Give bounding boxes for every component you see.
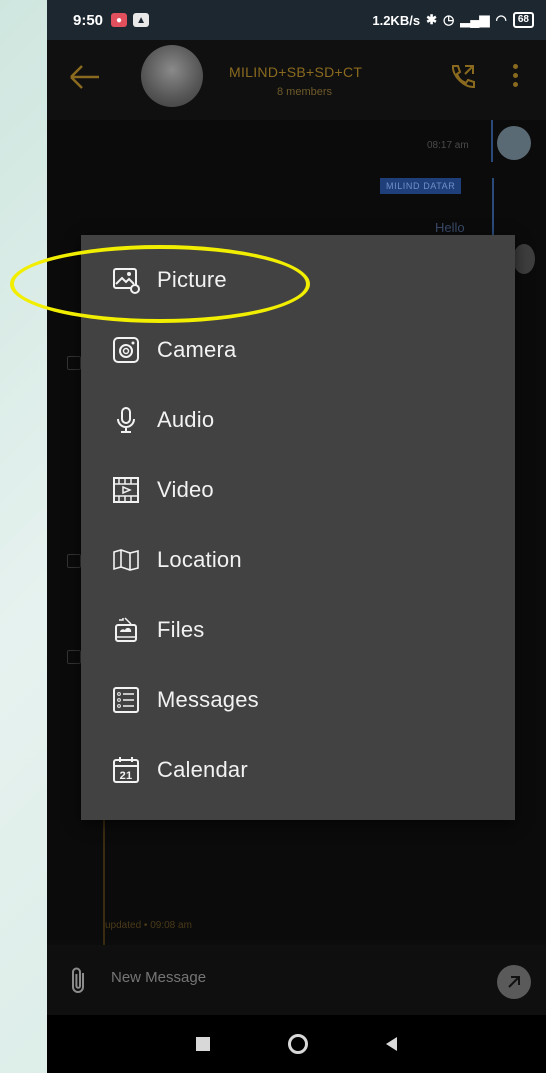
arrow-up-right-icon <box>508 976 520 988</box>
menu-label: Location <box>157 547 242 572</box>
bluetooth-icon: ✱ <box>426 12 437 27</box>
menu-label: Files <box>157 617 205 642</box>
camera-icon <box>109 333 143 367</box>
back-button[interactable] <box>386 1037 397 1051</box>
menu-label: Camera <box>157 337 237 362</box>
sender-name: MILIND DATAR <box>380 178 462 194</box>
video-icon <box>109 473 143 507</box>
menu-item-video[interactable]: Video <box>81 455 515 525</box>
picture-icon <box>109 263 143 297</box>
send-button[interactable] <box>497 965 531 999</box>
sender-avatar <box>497 126 531 160</box>
chat-title[interactable]: MILIND+SB+SD+CT <box>229 64 362 80</box>
wifi-icon: ◠ <box>495 12 507 27</box>
menu-label: Calendar <box>157 757 248 782</box>
menu-label: Messages <box>157 687 259 712</box>
sender-avatar <box>513 244 535 274</box>
messages-icon <box>109 683 143 717</box>
status-right: 1.2KB/s ✱ ◷ ▂▄▆ ◠ 68 <box>372 12 534 28</box>
alarm-icon: ◷ <box>442 12 455 27</box>
menu-item-messages[interactable]: Messages <box>81 665 515 735</box>
select-checkbox[interactable] <box>67 650 81 664</box>
attachment-menu: Picture Camera Audio Video Location File… <box>81 235 515 820</box>
calendar-day: 21 <box>120 770 133 782</box>
message-text: Hello <box>435 220 465 235</box>
menu-item-calendar[interactable]: 21 Calendar <box>81 735 515 805</box>
call-icon[interactable] <box>445 60 479 94</box>
chat-subtitle: 8 members <box>277 86 333 98</box>
group-avatar[interactable] <box>141 45 203 107</box>
signal-icon: ▂▄▆ <box>460 12 490 27</box>
thread-line <box>103 810 105 960</box>
chat-header: MILIND+SB+SD+CT 8 members <box>47 40 546 120</box>
menu-item-camera[interactable]: Camera <box>81 315 515 385</box>
menu-label: Picture <box>157 267 227 292</box>
calendar-icon: 21 <box>109 753 143 787</box>
map-icon <box>109 543 143 577</box>
message-time: 08:17 am <box>427 140 469 151</box>
network-speed: 1.2KB/s <box>372 12 421 28</box>
message-input[interactable] <box>111 969 471 986</box>
status-bar: 9:50 ● ▲ 1.2KB/s ✱ ◷ ▂▄▆ ◠ 68 <box>47 0 546 40</box>
menu-label: Video <box>157 477 214 502</box>
message-bar <box>47 945 546 1015</box>
more-options-icon[interactable] <box>513 64 521 90</box>
status-time: 9:50 <box>73 11 104 29</box>
attachment-clip-icon[interactable] <box>67 965 89 997</box>
home-button[interactable] <box>288 1034 308 1054</box>
select-checkbox[interactable] <box>67 554 81 568</box>
back-arrow-icon[interactable] <box>67 62 101 92</box>
updated-status: updated • 09:08 am <box>105 920 192 931</box>
upload-icon: ▲ <box>133 13 150 27</box>
navigation-bar <box>47 1015 546 1073</box>
menu-item-picture[interactable]: Picture <box>81 245 515 315</box>
menu-item-location[interactable]: Location <box>81 525 515 595</box>
files-icon <box>109 613 143 647</box>
bubble-edge <box>492 178 494 238</box>
bubble-edge <box>491 120 493 162</box>
battery-icon: 68 <box>512 12 534 28</box>
recents-button[interactable] <box>196 1037 210 1051</box>
shield-icon: ● <box>111 13 128 27</box>
menu-item-files[interactable]: Files <box>81 595 515 665</box>
select-checkbox[interactable] <box>67 356 81 370</box>
menu-item-audio[interactable]: Audio <box>81 385 515 455</box>
menu-label: Audio <box>157 407 215 432</box>
microphone-icon <box>109 403 143 437</box>
